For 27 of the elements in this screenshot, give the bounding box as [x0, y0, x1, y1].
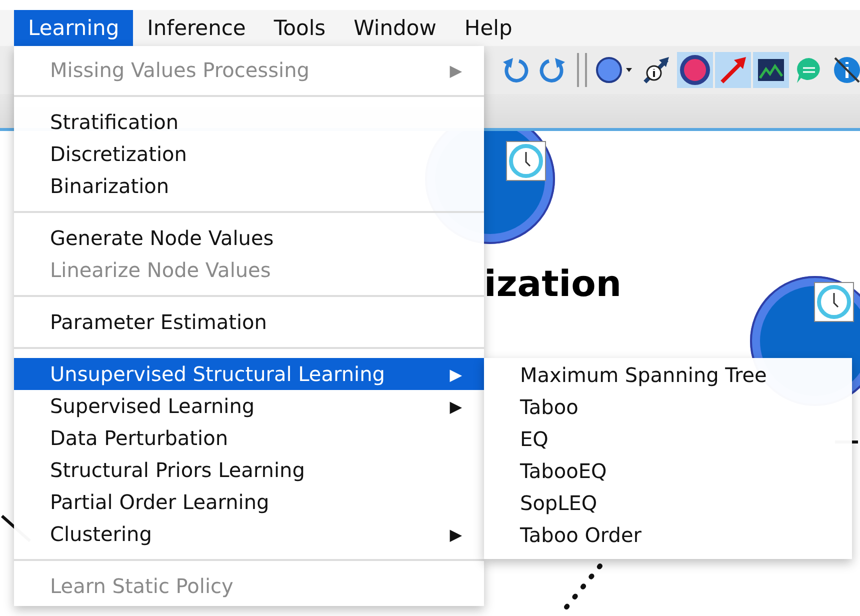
menu-item[interactable]: SopLEQ: [484, 487, 852, 519]
menu-item[interactable]: Supervised Learning ▶: [14, 390, 484, 422]
menu-item[interactable]: Data Perturbation: [14, 422, 484, 454]
menu-item[interactable]: Stratification: [14, 106, 484, 138]
menu-item[interactable]: Maximum Spanning Tree: [484, 359, 852, 391]
menu-title[interactable]: Learning: [14, 10, 134, 46]
menu-item[interactable]: Binarization: [14, 170, 484, 202]
submenu-arrow: ▶: [450, 524, 462, 544]
submenu-arrow: ▶: [450, 364, 462, 384]
menu-item[interactable]: Taboo Order: [484, 519, 852, 551]
node-label: ization: [484, 264, 622, 305]
menu-title[interactable]: Tools: [260, 10, 340, 46]
menu-item[interactable]: Clustering ▶: [14, 518, 484, 550]
menu-item[interactable]: Generate Node Values: [14, 222, 484, 254]
menu-item[interactable]: EQ: [484, 423, 852, 455]
menu-title[interactable]: Window: [340, 10, 450, 46]
menu-item[interactable]: Discretization: [14, 138, 484, 170]
menu-item[interactable]: Unsupervised Structural Learning ▶: [14, 358, 484, 390]
menu-item[interactable]: Taboo: [484, 391, 852, 423]
menu-item[interactable]: Structural Priors Learning: [14, 454, 484, 486]
menu-title[interactable]: Inference: [133, 10, 260, 46]
menu-title[interactable]: Help: [450, 10, 526, 46]
menu-item[interactable]: TabooEQ: [484, 455, 852, 487]
menu-item[interactable]: Partial Order Learning: [14, 486, 484, 518]
submenu-arrow: ▶: [450, 396, 462, 416]
submenu-arrow: ▶: [450, 60, 462, 80]
menu-item[interactable]: Parameter Estimation: [14, 306, 484, 338]
